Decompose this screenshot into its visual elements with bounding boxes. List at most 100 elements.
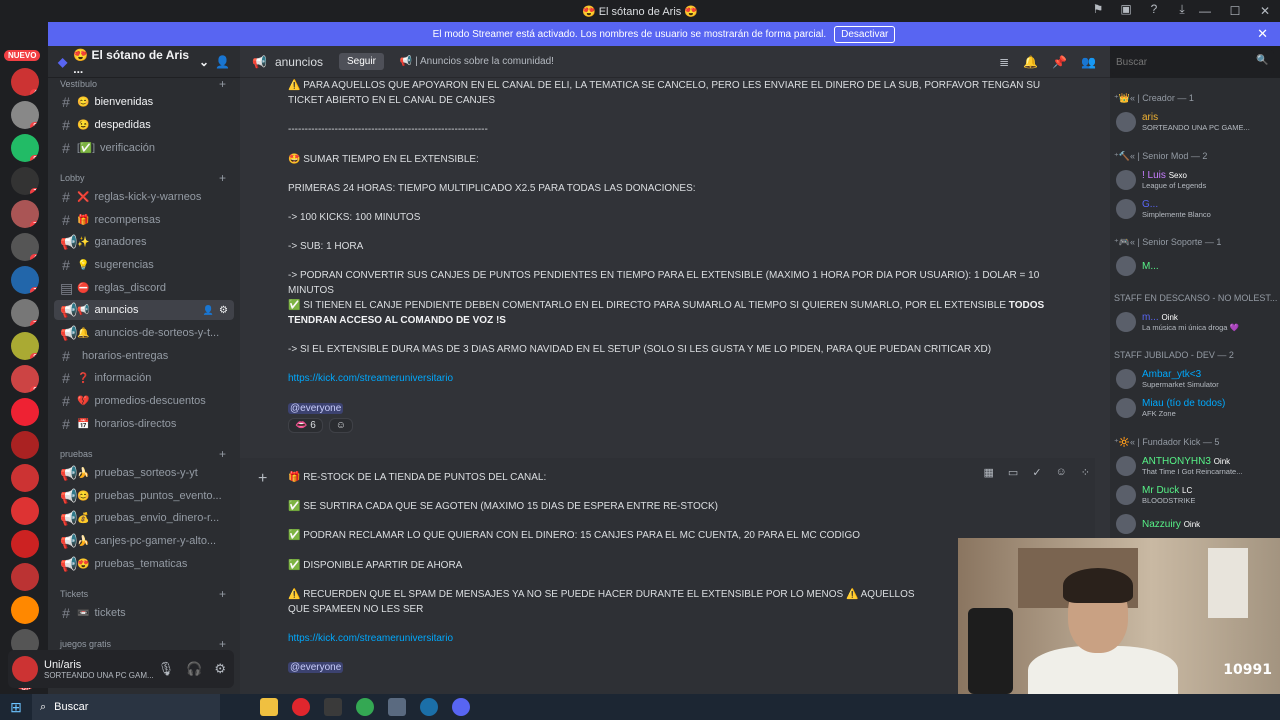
add-member-icon[interactable]: 👤 <box>215 55 230 69</box>
server-icon[interactable]: 4 <box>11 68 39 96</box>
member-item[interactable]: ANTHONYHN3 Oink That Time I Got Reincarna… <box>1112 452 1274 480</box>
server-icon[interactable] <box>11 596 39 624</box>
server-icon[interactable]: 1 <box>11 167 39 195</box>
close-window-button[interactable]: ✕ <box>1250 4 1280 18</box>
threads-icon[interactable]: ≣ <box>999 55 1009 69</box>
download-icon[interactable]: ⤓ <box>1174 2 1190 18</box>
server-icon[interactable]: 8 <box>11 101 39 129</box>
taskbar-search[interactable]: ⌕ Buscar <box>32 694 220 720</box>
channel-item[interactable]: # ❓ información <box>54 368 234 388</box>
member-item[interactable]: ! Luis Sexo League of Legends <box>1112 166 1274 194</box>
add-icon[interactable]: + <box>258 470 267 488</box>
member-item[interactable]: M... <box>1112 252 1274 280</box>
reaction-lips[interactable]: 👄 6 <box>288 418 323 433</box>
server-header[interactable]: ◆ 😍 El sótano de Aris ... ⌄ 👤 <box>48 46 240 78</box>
add-channel-icon[interactable]: + <box>219 637 226 651</box>
follow-button[interactable]: Seguir <box>339 53 384 70</box>
settings-gear-icon[interactable]: ⚙ <box>214 661 226 677</box>
add-channel-icon[interactable]: + <box>219 77 226 91</box>
message-link[interactable]: https://kick.com/streameruniversitario <box>288 633 453 644</box>
add-channel-icon[interactable]: + <box>219 171 226 185</box>
member-name: ANTHONYHN3 <box>1142 456 1211 467</box>
channel-item[interactable]: # 📅 horarios-directos <box>54 414 234 434</box>
app-icon[interactable] <box>324 698 342 716</box>
channel-item[interactable]: 📢 📢 anuncios 👤 ⚙ <box>54 300 234 320</box>
member-item[interactable]: m... Oink La música mi única droga 💜 <box>1112 308 1274 336</box>
channel-item[interactable]: # ❌ reglas-kick-y-warneos <box>54 187 234 207</box>
member-category: STAFF JUBILADO - DEV — 2 <box>1114 350 1234 360</box>
discord-icon[interactable] <box>452 698 470 716</box>
server-icon[interactable] <box>11 398 39 426</box>
channel-item[interactable]: # [✅] verificación <box>54 138 234 158</box>
server-icon[interactable]: 2 <box>11 200 39 228</box>
minimize-button[interactable]: — <box>1190 4 1220 18</box>
server-icon[interactable]: 8 <box>11 332 39 360</box>
channel-item[interactable]: ▤ ⛔ reglas_discord <box>54 278 234 298</box>
server-icon[interactable]: 2 <box>11 299 39 327</box>
member-item[interactable]: Ambar_ytk<3 Supermarket Simulator <box>1112 365 1274 393</box>
channel-item[interactable]: # 💡 sugerencias <box>54 255 234 275</box>
flag-icon[interactable]: ⚑ <box>1090 2 1106 18</box>
server-icon[interactable]: 8 <box>11 365 39 393</box>
channel-item[interactable]: 📢 😍 pruebas_tematicas <box>54 554 234 574</box>
channel-category[interactable]: Vestíbulo + <box>48 77 240 91</box>
channel-item[interactable]: 📢 ✨ ganadores <box>54 232 234 252</box>
channel-item[interactable]: 📢 💰 pruebas_envio_dinero-r... <box>54 508 234 528</box>
channel-item[interactable]: 📢 😊 pruebas_puntos_evento... <box>54 486 234 506</box>
channel-category[interactable]: Tickets + <box>48 587 240 601</box>
server-icon[interactable] <box>11 431 39 459</box>
pin-icon[interactable]: 📌 <box>1052 55 1067 69</box>
windows-start-icon[interactable]: ⊞ <box>0 699 32 716</box>
apps-icon[interactable]: ⁘ <box>1081 466 1090 479</box>
file-explorer-icon[interactable] <box>260 698 278 716</box>
channel-item[interactable]: 📢 🍌 canjes-pc-gamer-y-alto... <box>54 531 234 551</box>
server-icon[interactable] <box>11 563 39 591</box>
member-item[interactable]: aris SORTEANDO UNA PC GAME... <box>1112 108 1274 136</box>
server-icon[interactable] <box>11 497 39 525</box>
everyone-mention[interactable]: @everyone <box>288 403 344 414</box>
channel-category[interactable]: pruebas + <box>48 447 240 461</box>
channel-item[interactable]: # 😊 bienvenidas <box>54 92 234 112</box>
settings-gear-icon[interactable]: ⚙ <box>219 305 228 316</box>
microphone-icon[interactable]: 🎙 <box>158 661 175 677</box>
member-item[interactable]: Mr Duck LC BLOODSTRIKE <box>1112 481 1274 509</box>
member-item[interactable]: G... Simplemente Blanco <box>1112 195 1274 223</box>
chrome-icon[interactable] <box>356 698 374 716</box>
help-icon[interactable]: ? <box>1146 2 1162 18</box>
channel-item[interactable]: # 😉 despedidas <box>54 115 234 135</box>
add-reaction-icon[interactable]: ☺ <box>328 418 354 433</box>
maximize-button[interactable]: ☐ <box>1220 4 1250 18</box>
server-icon[interactable] <box>11 464 39 492</box>
channel-item[interactable]: 📢 🍌 pruebas_sorteos-y-yt <box>54 463 234 483</box>
avatar[interactable] <box>12 656 38 682</box>
steam-icon[interactable] <box>420 698 438 716</box>
bell-icon[interactable]: 🔔 <box>1023 55 1038 69</box>
server-icon[interactable]: 1 <box>11 266 39 294</box>
channel-topic[interactable]: 📢 | Anuncios sobre la comunidad! <box>400 56 554 67</box>
members-icon[interactable]: 👥 <box>1081 55 1096 69</box>
channel-category[interactable]: Lobby + <box>48 171 240 185</box>
server-icon[interactable] <box>11 530 39 558</box>
close-banner-icon[interactable]: ✕ <box>1257 26 1268 42</box>
channel-item[interactable]: 📢 🔔 anuncios-de-sorteos-y-t... <box>54 323 234 343</box>
server-icon[interactable]: 4 <box>11 233 39 261</box>
server-icon[interactable]: 8 <box>11 134 39 162</box>
everyone-mention[interactable]: @everyone <box>288 662 344 673</box>
add-channel-icon[interactable]: + <box>219 447 226 461</box>
member-item[interactable]: Nazzuiry Oink <box>1112 510 1274 538</box>
search-input[interactable] <box>1110 50 1274 74</box>
deactivate-button[interactable]: Desactivar <box>834 25 896 43</box>
channel-item[interactable]: # 💔 promedios-descuentos <box>54 391 234 411</box>
add-channel-icon[interactable]: + <box>219 587 226 601</box>
channel-item[interactable]: # 📼 tickets <box>54 603 234 623</box>
screen-icon[interactable]: ▣ <box>1118 2 1134 18</box>
message-link[interactable]: https://kick.com/streameruniversitario <box>288 373 453 384</box>
add-member-icon[interactable]: 👤 <box>203 305 214 316</box>
channel-category[interactable]: juegos gratis + <box>48 637 240 651</box>
channel-item[interactable]: # 🎁 recompensas <box>54 210 234 230</box>
member-item[interactable]: Miau (tío de todos) AFK Zone <box>1112 394 1274 422</box>
opera-icon[interactable] <box>292 698 310 716</box>
calendar-icon[interactable] <box>388 698 406 716</box>
headphones-icon[interactable]: 🎧 <box>186 661 202 677</box>
channel-item[interactable]: # horarios-entregas <box>54 346 234 366</box>
